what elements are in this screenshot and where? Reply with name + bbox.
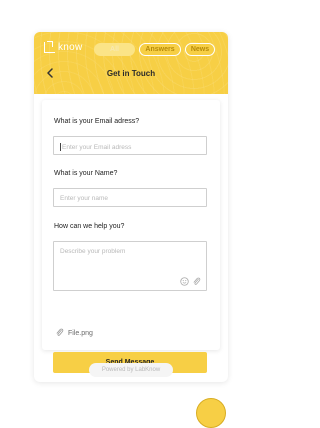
email-label: What is your Email adress?: [54, 118, 140, 125]
attachment-filename: File.png: [68, 330, 93, 337]
message-textarea[interactable]: Describe your problem: [53, 241, 207, 291]
powered-by-badge[interactable]: Powered by LabKnow: [89, 363, 173, 377]
textarea-toolbar: [180, 277, 201, 286]
tab-all[interactable]: All: [94, 43, 135, 56]
message-label: How can we help you?: [54, 223, 125, 230]
widget-header: know All Answers News Get in Touch: [34, 32, 228, 94]
logo: know: [44, 40, 83, 54]
contact-widget: know All Answers News Get in Touch What …: [34, 32, 228, 382]
page-title: Get in Touch: [106, 69, 156, 78]
email-field[interactable]: Enter your Email adress: [53, 136, 207, 155]
logo-text: know: [58, 41, 83, 53]
logo-mark-icon: [44, 40, 55, 53]
message-placeholder: Describe your problem: [60, 248, 126, 255]
smiley-icon[interactable]: [180, 277, 189, 286]
paperclip-icon[interactable]: [192, 277, 201, 286]
contact-form-card: What is your Email adress? Enter your Em…: [42, 100, 220, 373]
chat-launcher-button[interactable]: [196, 398, 226, 428]
tab-news[interactable]: News: [185, 43, 215, 56]
tab-bar: All Answers News: [94, 43, 215, 56]
name-label: What is your Name?: [54, 170, 118, 177]
name-field[interactable]: Enter your name: [53, 188, 207, 207]
name-placeholder: Enter your name: [60, 195, 109, 202]
tab-answers[interactable]: Answers: [139, 43, 181, 56]
text-cursor: [60, 143, 61, 151]
paperclip-icon: [55, 328, 64, 339]
email-placeholder: Enter your Email adress: [62, 144, 132, 151]
attachment-row[interactable]: File.png: [55, 328, 93, 339]
